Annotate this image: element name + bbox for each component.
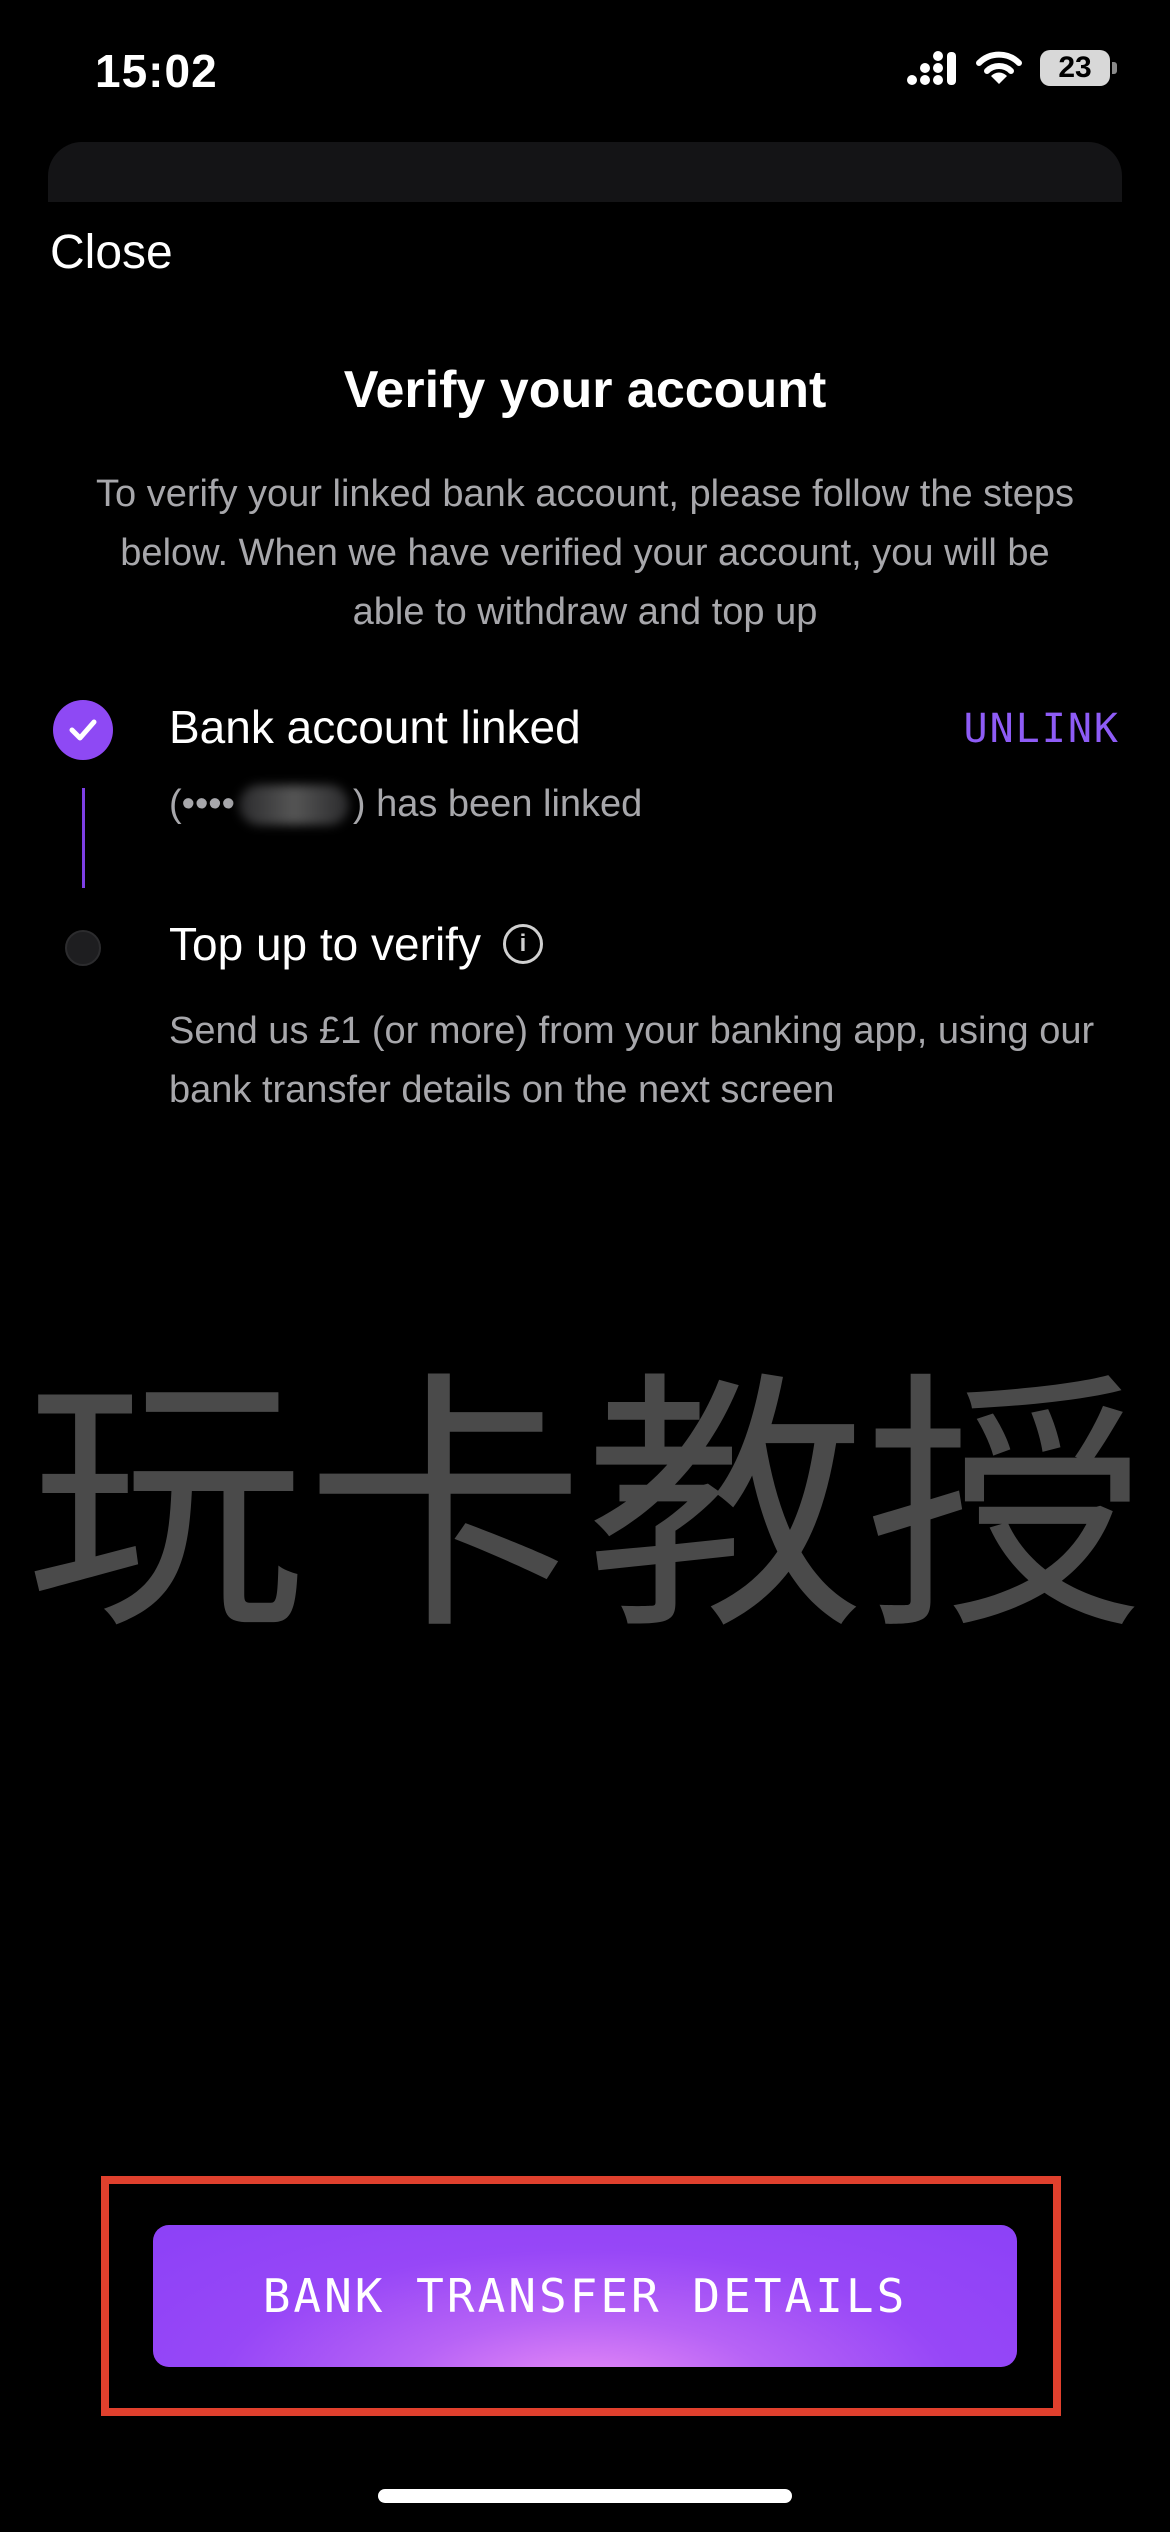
status-icons: 23 <box>906 50 1117 86</box>
cellular-signal-icon <box>907 51 956 85</box>
watermark: 玩卡教授 <box>0 1340 1170 1660</box>
sheet-top-edge <box>48 142 1122 202</box>
step-pending-dot-icon <box>65 930 101 966</box>
step-complete-check-icon <box>53 700 113 760</box>
wifi-icon <box>976 51 1022 84</box>
info-glyph: i <box>519 930 527 957</box>
watermark-text: 玩卡教授 <box>25 1351 1145 1660</box>
close-button[interactable]: Close <box>50 225 173 280</box>
masked-account-prefix: (•••• <box>169 783 235 825</box>
status-bar: 15:02 23 <box>0 0 1170 140</box>
checkmark-icon <box>69 719 97 741</box>
bank-transfer-details-button[interactable]: BANK TRANSFER DETAILS <box>153 2225 1017 2367</box>
step-top-up-title: Top up to verify i <box>169 917 543 971</box>
unlink-button[interactable]: UNLINK <box>964 706 1121 752</box>
step-connector-line <box>82 788 85 888</box>
watermark-graphic: 玩卡教授 <box>25 1351 1145 1660</box>
step-bank-linked-title: Bank account linked <box>169 701 581 753</box>
step-bank-linked-description: (•••• ) has been linked <box>169 783 642 826</box>
battery-level: 23 <box>1058 51 1092 84</box>
status-time: 15:02 <box>95 45 218 97</box>
page-subtitle: To verify your linked bank account, plea… <box>96 473 1074 633</box>
step-top-up-title-text: Top up to verify <box>169 918 481 970</box>
blurred-account-number <box>238 784 349 825</box>
info-icon[interactable]: i <box>502 924 543 964</box>
page-title: Verify your account <box>343 361 827 419</box>
home-indicator[interactable] <box>378 2489 792 2503</box>
linked-suffix: ) has been linked <box>352 783 643 825</box>
battery-icon: 23 <box>1040 50 1117 86</box>
step-top-up-description: Send us £1 (or more) from your banking a… <box>169 1010 1095 1111</box>
